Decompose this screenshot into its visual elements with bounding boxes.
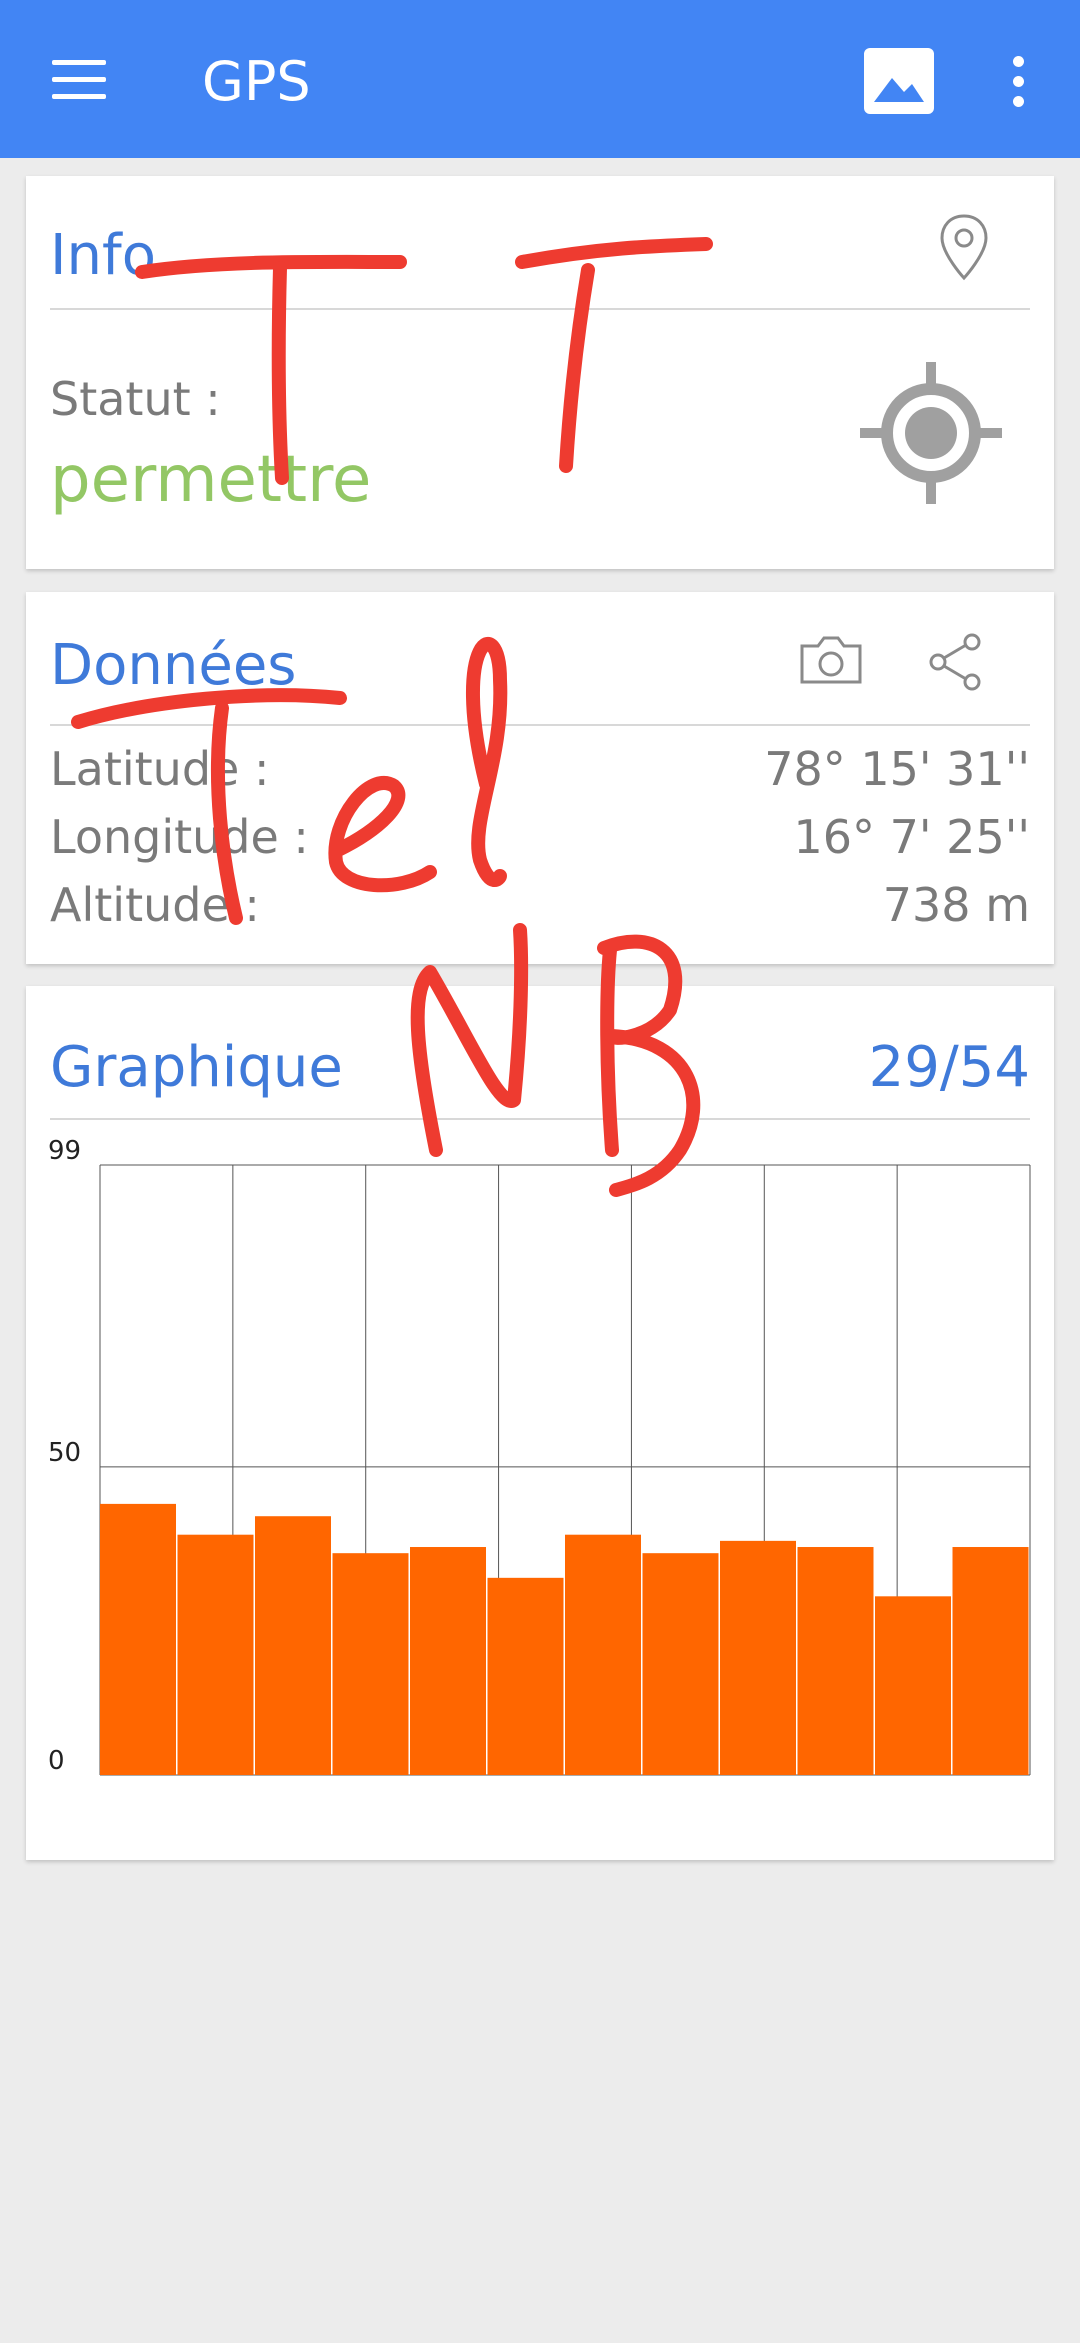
longitude-label: Longitude : [50, 810, 309, 864]
chart-y-tick-label: 0 [48, 1746, 65, 1776]
info-card: Info Statut : permettre [26, 176, 1054, 569]
camera-icon[interactable] [796, 632, 866, 688]
share-icon[interactable] [926, 632, 986, 692]
donnees-divider [50, 724, 1030, 726]
altitude-value: 738 m [882, 878, 1030, 932]
chart-bar [797, 1547, 874, 1775]
chart-y-tick-label: 99 [48, 1136, 81, 1166]
chart-bar [177, 1534, 254, 1775]
latitude-value: 78° 15' 31'' [764, 742, 1030, 796]
chart-bar [875, 1596, 951, 1775]
chart-bar [487, 1577, 564, 1775]
graphique-title: Graphique [50, 1035, 343, 1100]
donnees-card: Données Latitude : 78° 15' 31'' Longitud… [26, 592, 1054, 964]
info-title: Info [50, 223, 156, 288]
chart-bar [332, 1553, 409, 1775]
graphique-card: Graphique 29/54 99 50 0 [26, 986, 1054, 1860]
chart-bar [720, 1540, 796, 1775]
latitude-label: Latitude : [50, 742, 270, 796]
signal-bar-chart: 99 50 0 [48, 1136, 1031, 1776]
chart-bar [255, 1516, 331, 1775]
app-title: GPS [202, 50, 311, 113]
chart-bar [952, 1547, 1029, 1775]
chart-y-tick-label: 50 [48, 1438, 81, 1468]
status-label: Statut : [50, 372, 221, 426]
image-icon [874, 78, 924, 102]
graphique-divider [50, 1118, 1030, 1120]
app-bar: GPS [0, 0, 1080, 158]
location-pin-icon[interactable] [936, 212, 992, 284]
status-value: permettre [50, 443, 372, 517]
donnees-title: Données [50, 633, 297, 698]
chart-bar [100, 1503, 176, 1775]
chart-bar [642, 1553, 719, 1775]
info-divider [50, 308, 1030, 310]
longitude-value: 16° 7' 25'' [793, 810, 1030, 864]
image-button[interactable] [864, 48, 934, 114]
gps-target-icon[interactable] [856, 358, 1006, 508]
altitude-label: Altitude : [50, 878, 260, 932]
more-options-icon[interactable] [1008, 56, 1028, 108]
satellite-count: 29/54 [868, 1035, 1030, 1100]
menu-icon[interactable] [52, 60, 106, 100]
chart-bar [565, 1534, 641, 1775]
chart-bar [410, 1547, 486, 1775]
